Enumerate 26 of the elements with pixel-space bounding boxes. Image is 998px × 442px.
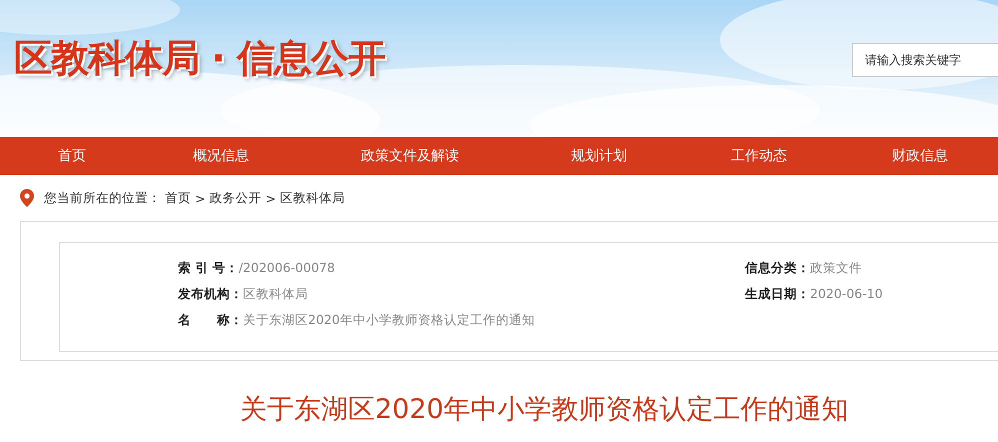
nav-link[interactable]: 首页: [0, 137, 144, 175]
field-label: 名 称：: [178, 311, 243, 329]
breadcrumb-link[interactable]: 政务公开: [209, 190, 262, 206]
field-label: 索 引 号：: [178, 259, 239, 277]
field-value: 政策文件: [810, 259, 862, 277]
nav-link[interactable]: 概况信息: [144, 137, 298, 175]
search-field[interactable]: 请输入搜索关键字: [852, 43, 998, 77]
nav-link[interactable]: 财政信息: [842, 137, 998, 175]
breadcrumb-link[interactable]: 区教科体局: [280, 190, 345, 206]
breadcrumb-label: 您当前所在的位置：: [44, 190, 161, 206]
field-label: 生成日期：: [745, 285, 810, 303]
location-pin-icon: [20, 189, 34, 207]
field-value: 区教科体局: [243, 285, 308, 303]
nav-link[interactable]: 工作动态: [676, 137, 842, 175]
field-label: 发布机构：: [178, 285, 243, 303]
breadcrumb-link[interactable]: 首页: [165, 190, 191, 206]
nav-link[interactable]: 规划计划: [522, 137, 676, 175]
field-label: 信息分类：: [745, 259, 810, 277]
field-value: 2020-06-10: [810, 285, 883, 303]
nav-link[interactable]: 政策文件及解读: [298, 137, 522, 175]
site-title: 区教科体局 · 信息公开: [14, 35, 385, 82]
article-title: 关于东湖区2020年中小学教师资格认定工作的通知: [240, 393, 850, 427]
field-value: /202006-00078: [238, 259, 335, 277]
breadcrumb-separator: >: [195, 190, 206, 206]
breadcrumb-separator: >: [265, 190, 276, 206]
field-value: 关于东湖区2020年中小学教师资格认定工作的通知: [243, 311, 535, 329]
